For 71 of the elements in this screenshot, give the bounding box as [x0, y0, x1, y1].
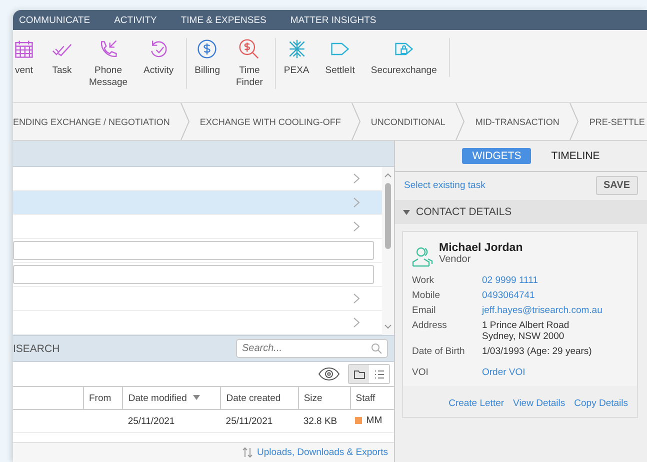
list-icon — [374, 368, 384, 380]
nav-tab[interactable]: MATTER INSIGHTS — [290, 14, 376, 26]
nav-tab[interactable]: ACTIVITY — [114, 14, 157, 26]
column-header[interactable]: Staff — [350, 386, 394, 410]
column-header[interactable]: Date created — [220, 386, 298, 410]
toolbar-button[interactable]: Billing — [186, 38, 228, 89]
list-row[interactable] — [13, 191, 382, 215]
scroll-down-icon[interactable] — [384, 324, 392, 330]
field-label: Date of Birth — [412, 346, 466, 357]
up-down-arrows-icon — [242, 447, 254, 458]
column-header[interactable]: Date modified — [122, 386, 221, 410]
panel-tab[interactable]: TIMELINE — [541, 148, 610, 164]
eye-icon[interactable] — [318, 367, 340, 381]
dollar-icon — [196, 38, 218, 60]
section-title: ISEARCH — [13, 342, 60, 354]
column-header[interactable]: From — [84, 386, 123, 410]
nav-tab[interactable]: COMMUNICATE — [19, 14, 90, 26]
field-label: Mobile — [412, 290, 441, 301]
field-link[interactable]: 0493064741 — [482, 290, 637, 301]
toolbar-button[interactable]: Activity — [136, 38, 182, 89]
chevron-right-icon — [353, 317, 360, 328]
dollar-search-icon — [238, 38, 260, 60]
chevron-right-icon — [353, 221, 360, 232]
toolbar-button[interactable]: Time Finder — [228, 38, 271, 89]
scroll-up-icon[interactable] — [384, 172, 392, 178]
field-value: Sydney, NSW 2000 — [482, 331, 566, 342]
field-label: VOI — [412, 367, 430, 378]
person-icon — [412, 246, 433, 267]
table-cell: 25/11/2021 — [122, 410, 221, 432]
chevron-right-icon — [353, 173, 360, 184]
section-header[interactable]: CONTACT DETAILS — [395, 200, 647, 224]
contact-name: Michael Jordan — [439, 242, 523, 254]
staff-initials: MM — [366, 415, 382, 426]
field-link[interactable]: 02 9999 1111 — [482, 275, 637, 286]
sort-descending-icon — [192, 395, 200, 400]
field-value: 1/03/1993 (Age: 29 years) — [482, 346, 593, 357]
field-link[interactable]: jeff.hayes@trisearch.com.au — [482, 305, 637, 316]
toolbar-button[interactable]: Securexchange — [362, 38, 445, 77]
toolbar-button[interactable]: Phone Message — [81, 38, 136, 89]
nav-tab[interactable]: TIME & EXPENSES — [180, 14, 266, 26]
stage-step[interactable]: EXCHANGE WITH COOLING-OFF — [190, 116, 350, 126]
column-header[interactable]: Size — [298, 386, 350, 410]
chevron-right-icon — [353, 197, 360, 208]
uploads-link[interactable]: Uploads, Downloads & Exports — [257, 447, 388, 458]
scrollbar[interactable] — [382, 167, 394, 335]
save-button[interactable]: SAVE — [596, 176, 638, 195]
folder-view-button[interactable] — [349, 365, 369, 383]
field-value: 1 Prince Albert Road — [482, 320, 570, 331]
toolbar-button[interactable]: SettleIt — [317, 38, 363, 77]
toolbar-button[interactable]: PEXA — [276, 38, 318, 77]
calendar-icon — [13, 38, 35, 60]
stage-step[interactable]: MID-TRANSACTION — [466, 116, 568, 126]
chevron-right-icon — [353, 293, 360, 304]
stage-step[interactable]: ENDING EXCHANGE / NEGOTIATION — [13, 116, 179, 126]
table-cell: 32.8 KB — [298, 410, 350, 432]
search-icon — [371, 343, 382, 354]
table-cell: 25/11/2021 — [220, 410, 298, 432]
field-link[interactable]: Order VOI — [482, 367, 637, 378]
field-label: Address — [412, 320, 448, 333]
stage-step[interactable]: PRE-SETTLE — [580, 116, 647, 126]
collapse-triangle-icon — [403, 210, 410, 214]
stage-step[interactable]: UNCONDITIONAL — [362, 116, 454, 126]
contact-role: Vendor — [439, 254, 472, 265]
search-field[interactable]: Search... — [236, 339, 388, 358]
text-field[interactable] — [13, 265, 374, 284]
toolbar-button[interactable]: Task — [43, 38, 81, 89]
field-label: Email — [412, 305, 437, 316]
text-field[interactable] — [13, 241, 374, 260]
toolbar-button[interactable]: vent — [13, 38, 43, 89]
field-label: Work — [412, 275, 435, 286]
folder-icon — [354, 368, 364, 380]
